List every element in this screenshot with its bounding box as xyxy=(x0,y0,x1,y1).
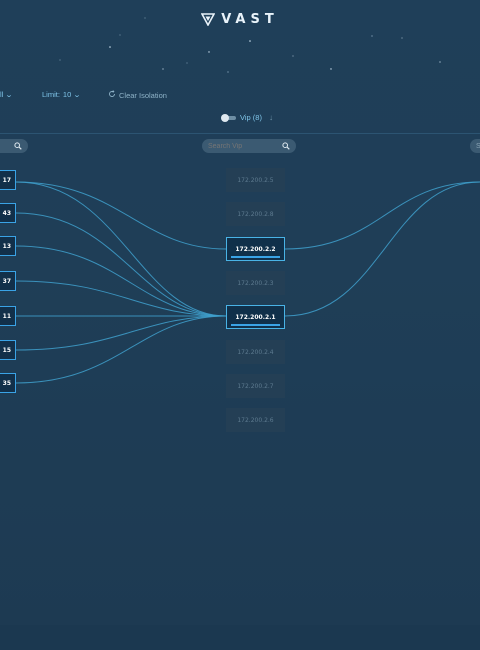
source-node-label: 15 xyxy=(2,346,11,354)
vip-ip-label: 172.200.2.7 xyxy=(237,382,274,390)
vip-node[interactable]: 172.200.2.5 xyxy=(226,168,285,192)
vip-node[interactable]: 172.200.2.3 xyxy=(226,271,285,295)
vip-node[interactable]: 172.200.2.8 xyxy=(226,202,285,226)
source-node-label: 37 xyxy=(2,277,11,285)
chevron-down-icon: ⌄ xyxy=(73,91,82,99)
source-node[interactable]: 37 xyxy=(0,271,16,291)
toggle-knob xyxy=(221,113,229,122)
brand-name: VAST xyxy=(221,12,279,27)
left-search-field[interactable] xyxy=(0,139,28,153)
vip-toggle-switch[interactable] xyxy=(221,113,236,122)
vip-node[interactable]: 172.200.2.4 xyxy=(226,340,285,364)
source-node[interactable]: 11 xyxy=(0,306,16,326)
right-search-field[interactable]: S xyxy=(470,139,480,153)
usage-bar xyxy=(231,324,280,326)
vast-logo-icon xyxy=(201,13,216,26)
limit-dropdown[interactable]: Limit: 10 ⌄ xyxy=(42,90,82,99)
vip-node[interactable]: 172.200.2.7 xyxy=(226,374,285,398)
vip-ip-label: 172.200.2.5 xyxy=(237,176,274,184)
all-dropdown-label: ll xyxy=(0,90,4,99)
vip-node-active[interactable]: 172.200.2.2 xyxy=(226,237,285,261)
vip-search-input[interactable] xyxy=(208,142,268,150)
limit-label: Limit: xyxy=(42,90,60,99)
vip-node[interactable]: 172.200.2.6 xyxy=(226,408,285,432)
vip-search-field xyxy=(202,139,296,153)
vip-ip-label: 172.200.2.1 xyxy=(235,313,276,321)
all-dropdown[interactable]: ll ⌄ xyxy=(0,90,14,99)
source-node[interactable]: 13 xyxy=(0,236,16,256)
limit-value: 10 xyxy=(62,90,72,99)
clear-isolation-label: Clear Isolation xyxy=(119,90,167,100)
source-node[interactable]: 15 xyxy=(0,340,16,360)
source-node-label: 17 xyxy=(2,176,11,184)
chevron-down-icon: ⌄ xyxy=(5,91,14,99)
source-node-label: 11 xyxy=(2,312,11,320)
source-node[interactable]: 35 xyxy=(0,373,16,393)
sort-arrow-down-icon[interactable]: ↓ xyxy=(269,113,273,122)
divider xyxy=(0,133,480,134)
vip-node-active[interactable]: 172.200.2.1 xyxy=(226,305,285,329)
search-icon[interactable] xyxy=(282,142,290,150)
vip-ip-label: 172.200.2.2 xyxy=(235,245,276,253)
app-logo: VAST xyxy=(0,12,480,27)
vip-toggle: Vip (8) ↓ xyxy=(221,113,273,122)
source-node[interactable]: 17 xyxy=(0,170,16,190)
usage-bar xyxy=(231,256,280,258)
source-node-label: 43 xyxy=(2,209,11,217)
vip-toggle-label: Vip (8) xyxy=(240,113,262,122)
search-icon[interactable] xyxy=(14,142,22,150)
vip-ip-label: 172.200.2.4 xyxy=(237,348,274,356)
right-search-placeholder: S xyxy=(476,142,480,150)
vip-ip-label: 172.200.2.8 xyxy=(237,210,274,218)
footer-band xyxy=(0,625,480,650)
source-node[interactable]: 43 xyxy=(0,203,16,223)
reset-icon xyxy=(108,90,116,100)
vip-ip-label: 172.200.2.6 xyxy=(237,416,274,424)
clear-isolation-button[interactable]: Clear Isolation xyxy=(108,90,167,100)
source-node-label: 35 xyxy=(2,379,11,387)
vip-ip-label: 172.200.2.3 xyxy=(237,279,274,287)
toolbar: ll ⌄ Limit: 10 ⌄ Clear Isolation xyxy=(0,90,480,104)
source-node-label: 13 xyxy=(2,242,11,250)
